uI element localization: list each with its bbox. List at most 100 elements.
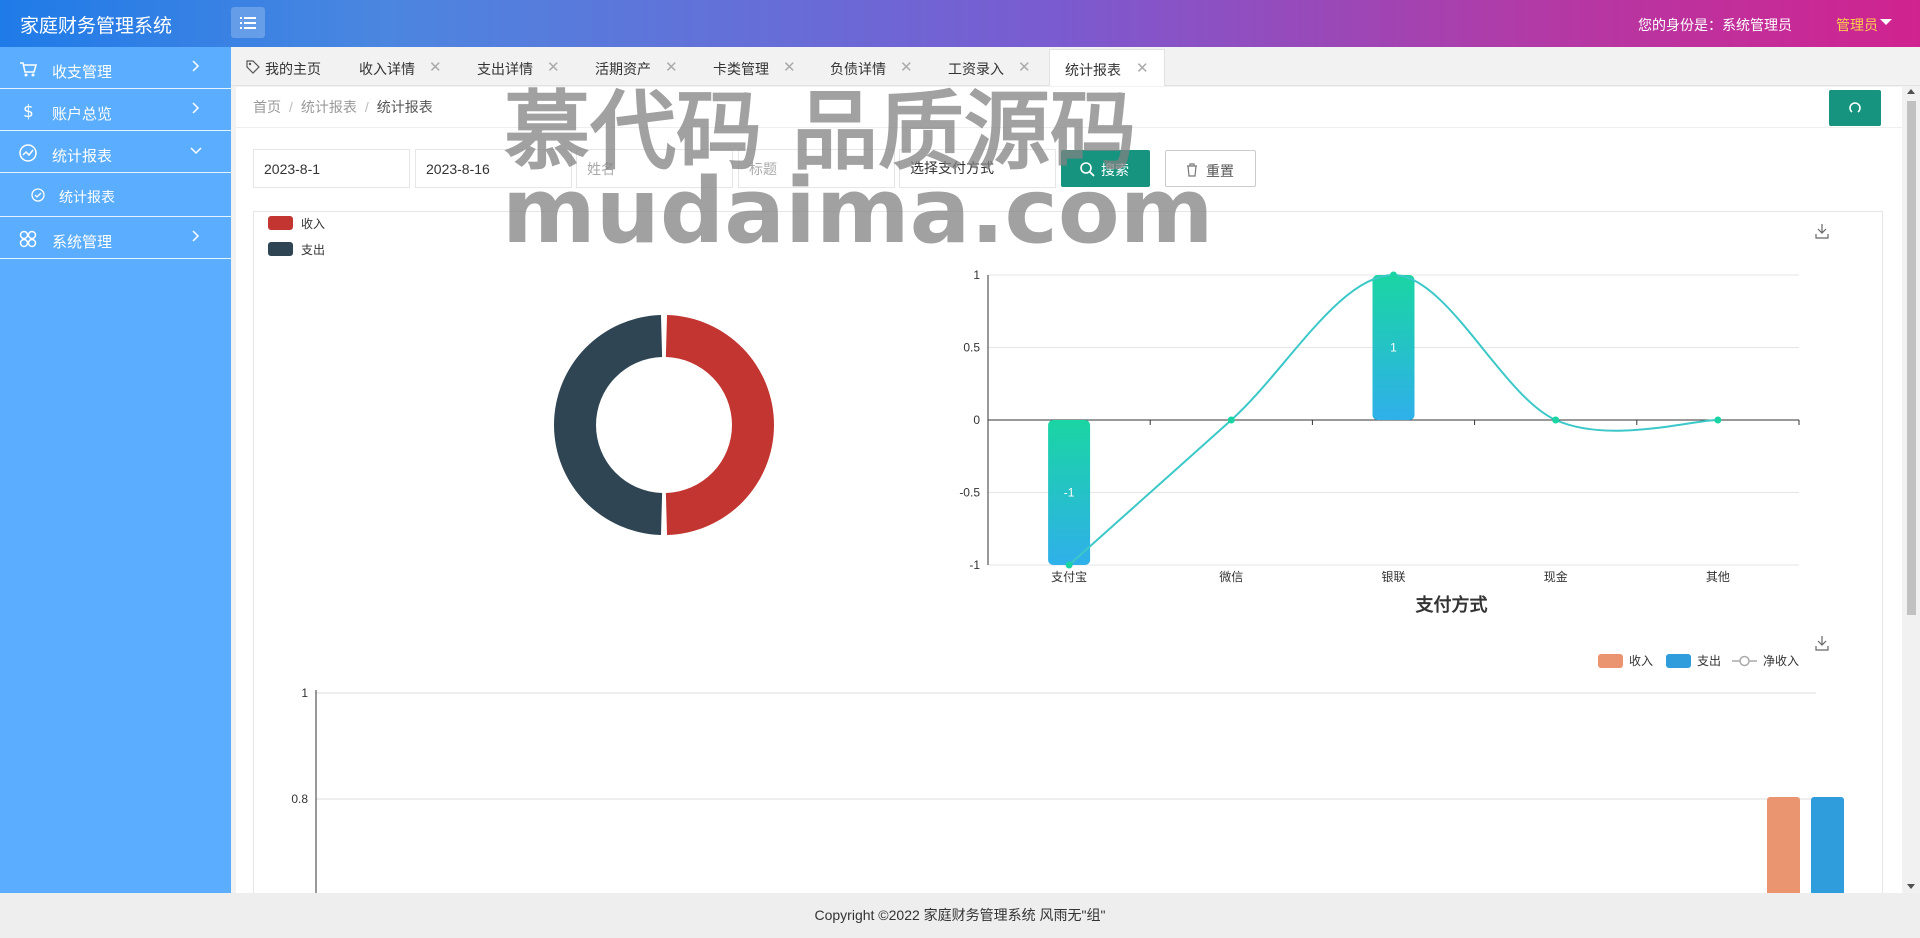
tab-salary[interactable]: 工资录入 ✕	[948, 49, 1048, 86]
y-tick-label: 0.8	[291, 792, 308, 806]
close-icon[interactable]: ✕	[547, 58, 560, 76]
tab-label: 收入详情	[359, 61, 415, 77]
legend-swatch	[1666, 654, 1691, 668]
legend-swatch	[268, 216, 293, 230]
identity-text: 您的身份是：系统管理员	[1638, 17, 1792, 33]
y-tick-label: 1	[973, 268, 980, 282]
trash-icon	[1184, 162, 1200, 178]
bar	[1811, 797, 1844, 893]
scrollbar[interactable]	[1903, 87, 1920, 893]
refresh-button[interactable]	[1829, 90, 1881, 126]
line-point	[1227, 416, 1235, 424]
x-tick-label: 支付宝	[1051, 570, 1087, 584]
title-input[interactable]	[738, 149, 895, 188]
cart-icon	[18, 59, 38, 79]
line-point	[1552, 416, 1560, 424]
trend-icon	[18, 143, 38, 163]
check-circle-icon	[30, 187, 46, 203]
tab-label: 负债详情	[830, 61, 886, 77]
download-icon	[1815, 224, 1829, 239]
reset-label: 重置	[1206, 163, 1234, 179]
tab-cards[interactable]: 卡类管理 ✕	[713, 49, 813, 86]
footer: Copyright ©2022 家庭财务管理系统 风雨无"组"	[0, 893, 1920, 938]
breadcrumb-home[interactable]: 首页	[253, 99, 281, 115]
line-point	[1390, 271, 1397, 279]
main-content: 首页/统计报表/统计报表 选择支付方式 搜索 重置 收入支出10.50-0.5-…	[236, 87, 1902, 893]
bar-label: -1	[1064, 486, 1075, 500]
y-tick-label: 1	[301, 686, 308, 700]
x-tick-label: 其他	[1706, 570, 1730, 584]
x-tick-label: 微信	[1219, 570, 1243, 584]
breadcrumb-reports[interactable]: 统计报表	[301, 99, 357, 115]
chevron-right-icon	[189, 229, 203, 243]
tab-income[interactable]: 收入详情 ✕	[359, 49, 459, 86]
close-icon[interactable]: ✕	[783, 58, 796, 76]
x-tick-label: 银联	[1381, 570, 1405, 584]
tab-expense[interactable]: 支出详情 ✕	[477, 49, 577, 86]
app-title: 家庭财务管理系统	[20, 16, 173, 37]
refresh-icon	[1849, 102, 1861, 113]
sidebar: 收支管理 $ 账户总览 统计报表 统计报表 系统管理	[0, 47, 231, 893]
caret-down-icon[interactable]	[1880, 19, 1892, 25]
dollar-icon: $	[18, 101, 38, 122]
tab-label: 支出详情	[477, 61, 533, 77]
top-header: 家庭财务管理系统 您的身份是：系统管理员 管理员	[0, 0, 1920, 47]
donut-slice	[554, 315, 663, 535]
download-icon	[1815, 636, 1829, 651]
sidebar-item-reports[interactable]: 统计报表	[0, 131, 231, 173]
tab-home[interactable]: 我的主页	[241, 49, 341, 86]
breadcrumb-separator: /	[289, 99, 293, 115]
sidebar-subitem-reports[interactable]: 统计报表	[0, 173, 231, 217]
search-button[interactable]: 搜索	[1061, 150, 1150, 187]
chevron-right-icon	[189, 59, 203, 73]
close-icon[interactable]: ✕	[429, 58, 442, 76]
tab-label: 活期资产	[595, 61, 651, 77]
tab-debts[interactable]: 负债详情 ✕	[830, 49, 930, 86]
y-tick-label: -0.5	[959, 486, 980, 500]
end-date-input[interactable]	[415, 149, 572, 188]
reset-button[interactable]: 重置	[1165, 150, 1256, 187]
grid-icon	[18, 229, 38, 249]
sidebar-item-system[interactable]: 系统管理	[0, 217, 231, 259]
pay-method-value: 选择支付方式	[910, 160, 994, 176]
sidebar-item-income-expense[interactable]: 收支管理	[0, 47, 231, 89]
sidebar-subitem-label: 统计报表	[59, 189, 115, 205]
name-input[interactable]	[576, 149, 733, 188]
menu-toggle-button[interactable]	[231, 7, 265, 38]
tab-current-assets[interactable]: 活期资产 ✕	[595, 49, 695, 86]
y-tick-label: 0	[973, 413, 980, 427]
close-icon[interactable]: ✕	[1136, 59, 1149, 77]
sidebar-item-accounts[interactable]: $ 账户总览	[0, 89, 231, 131]
menu-icon	[240, 16, 256, 29]
tag-icon	[245, 59, 261, 75]
tab-reports[interactable]: 统计报表 ✕	[1049, 49, 1165, 86]
close-icon[interactable]: ✕	[665, 58, 678, 76]
pay-method-select[interactable]: 选择支付方式	[899, 149, 1056, 188]
chart-title: 支付方式	[1415, 594, 1488, 615]
close-icon[interactable]: ✕	[900, 58, 913, 76]
start-date-input[interactable]	[253, 149, 410, 188]
sidebar-item-label: 账户总览	[52, 106, 113, 123]
scroll-thumb[interactable]	[1907, 101, 1916, 615]
legend-label: 净收入	[1763, 654, 1799, 668]
legend-label: 收入	[1629, 654, 1653, 668]
user-menu[interactable]: 管理员	[1836, 15, 1878, 35]
close-icon[interactable]: ✕	[1018, 58, 1031, 76]
scroll-up-arrow[interactable]	[1907, 89, 1915, 94]
breadcrumb-current: 统计报表	[376, 99, 433, 115]
tab-label: 卡类管理	[713, 61, 769, 77]
search-icon	[1079, 161, 1095, 177]
chevron-right-icon	[189, 101, 203, 115]
chart-panel: 收入 支出 1 0.5 0 -0.5 -1 支付宝 -1 微信 银联 1 现金 其他 支付方式 收入 支出 净收入…	[253, 211, 1883, 893]
legend-swatch	[1598, 654, 1623, 668]
tab-label: 统计报表	[1065, 62, 1121, 78]
bar	[1767, 797, 1800, 893]
legend-label: 收入	[301, 217, 325, 231]
search-label: 搜索	[1101, 162, 1129, 178]
breadcrumb: 首页 / 统计报表 / 统计报表	[253, 97, 433, 117]
legend-swatch	[268, 242, 293, 256]
chevron-down-icon	[189, 143, 203, 157]
legend-label: 支出	[301, 243, 325, 257]
scroll-down-arrow[interactable]	[1907, 884, 1915, 889]
line-point	[1714, 416, 1722, 424]
